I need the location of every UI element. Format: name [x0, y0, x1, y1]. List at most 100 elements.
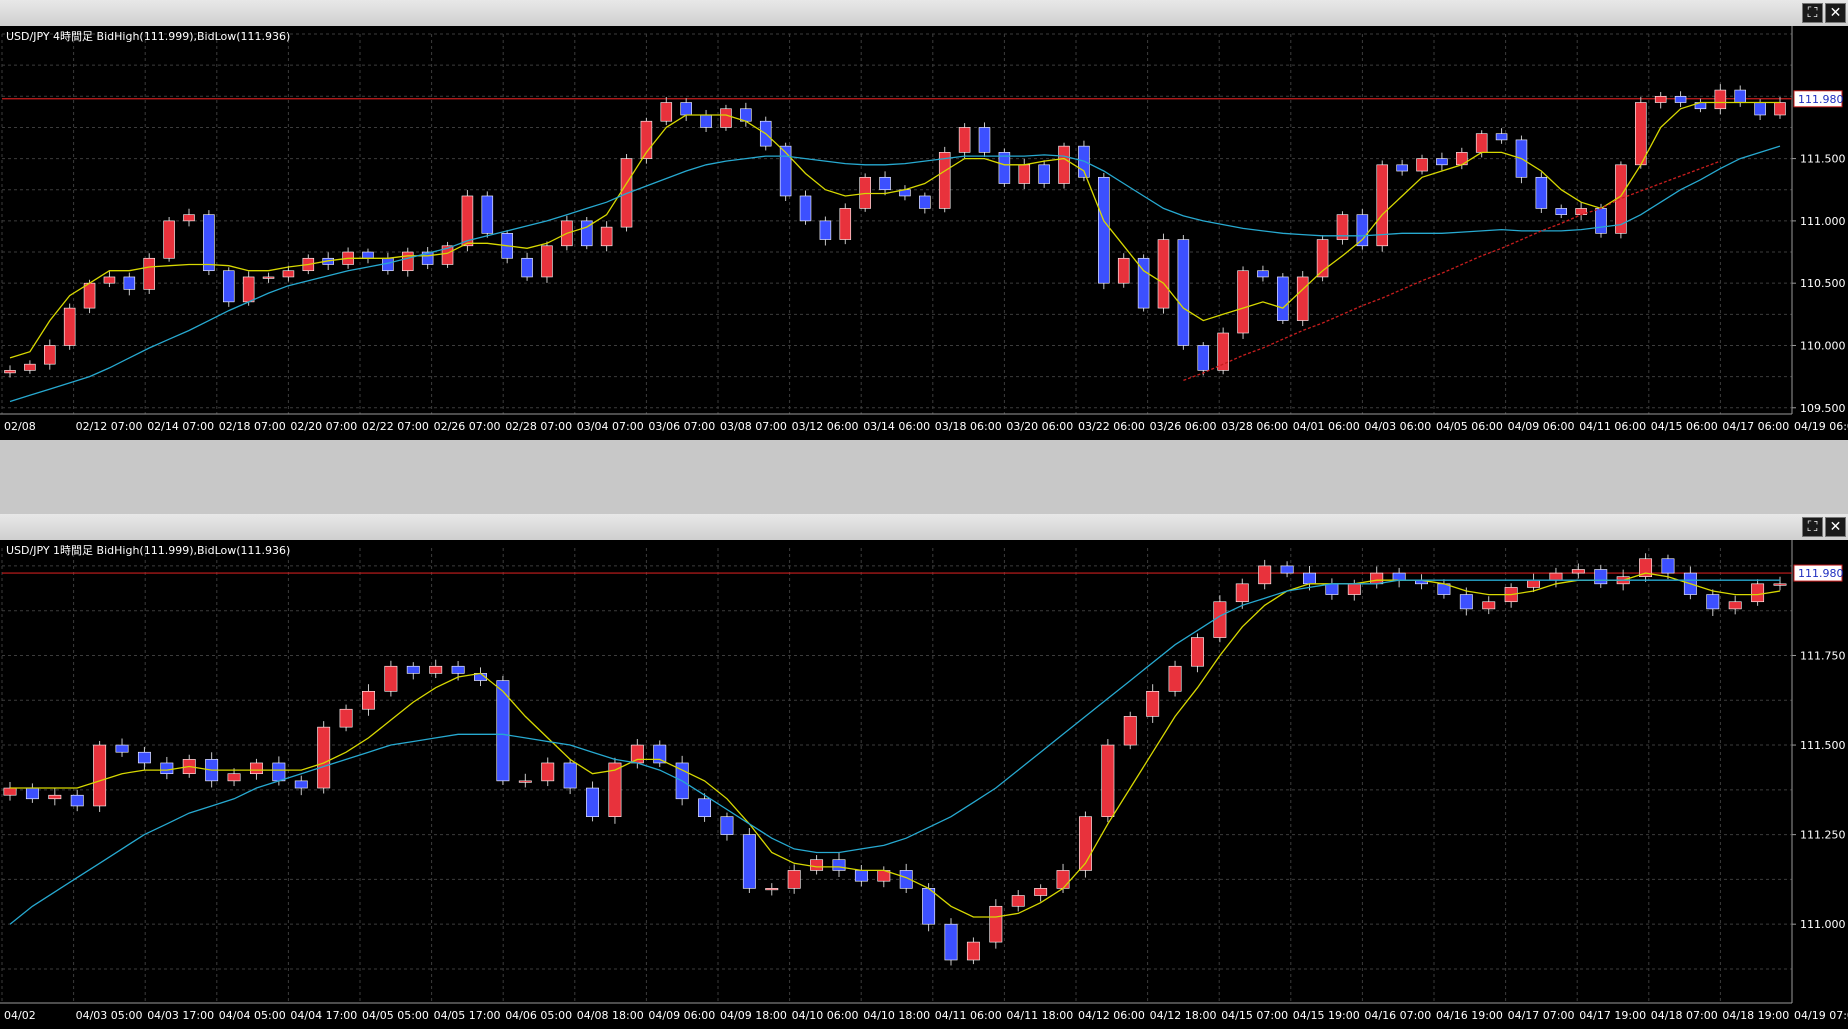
candle-body-down: [115, 744, 129, 753]
candle-body-up: [3, 787, 17, 796]
candle-body-down: [1197, 345, 1210, 371]
x-tick-label: 04/12 18:00: [1150, 1009, 1217, 1022]
candlestick: [317, 721, 331, 794]
candle-body-up: [1549, 572, 1563, 581]
candle-body-down: [1257, 270, 1269, 278]
x-tick-label: 04/16 19:00: [1436, 1009, 1503, 1022]
candle-body-up: [1370, 572, 1384, 585]
candlestick: [1168, 660, 1182, 697]
current-price-label: 111.980: [1798, 93, 1844, 106]
candle-body-down: [203, 214, 215, 272]
candle-body-down: [799, 195, 812, 222]
candle-body-down: [451, 665, 465, 674]
candle-body-down: [1436, 158, 1448, 166]
x-tick-label: 04/10 06:00: [792, 1009, 859, 1022]
candle-body-down: [481, 195, 494, 234]
candle-body-up: [1774, 102, 1786, 116]
y-tick-label: 110.500: [1800, 277, 1846, 290]
x-tick-label: 04/10 18:00: [863, 1009, 930, 1022]
candle-body-down: [1325, 583, 1339, 595]
x-tick-label: 04/17 06:00: [1722, 420, 1789, 433]
candlestick: [839, 203, 852, 245]
chart-4h[interactable]: 109.500 110.000 110.500 111.000 111.500 111.9…: [0, 26, 1848, 440]
maximize-icon[interactable]: ⛶: [1802, 517, 1823, 537]
x-tick-label: 04/19 06:00: [1794, 420, 1848, 433]
candlestick: [978, 122, 991, 157]
candlestick: [742, 828, 756, 893]
candle-body-down: [1098, 176, 1110, 284]
candle-body-down: [222, 270, 235, 303]
candle-body-up: [541, 245, 553, 278]
x-tick-label: 04/04 17:00: [290, 1009, 357, 1022]
candle-body-down: [700, 114, 712, 128]
candle-body-up: [429, 665, 443, 674]
candlestick: [1296, 271, 1309, 327]
candle-body-down: [1661, 558, 1675, 574]
candle-body-up: [1213, 601, 1227, 638]
candle-body-down: [742, 834, 756, 889]
candlestick: [1197, 342, 1210, 376]
x-tick-label: 04/11 06:00: [935, 1009, 1002, 1022]
y-tick-label: 111.000: [1800, 215, 1846, 228]
candle-body-down: [1177, 239, 1190, 346]
candle-body-down: [1535, 176, 1548, 209]
candle-body-down: [1392, 572, 1406, 581]
candle-body-down: [998, 152, 1011, 184]
candle-body-down: [1734, 89, 1746, 103]
x-tick-label: 03/20 06:00: [1006, 420, 1073, 433]
x-tick-label: 04/03 17:00: [147, 1009, 214, 1022]
candle-body-down: [854, 870, 868, 882]
x-tick-label: 04/06 05:00: [505, 1009, 572, 1022]
candle-body-down: [294, 780, 308, 789]
candlestick: [720, 104, 732, 131]
x-tick-label: 04/09 06:00: [648, 1009, 715, 1022]
candle-body-up: [384, 665, 398, 692]
candlestick: [1535, 172, 1548, 213]
candle-body-up: [1296, 276, 1309, 321]
candle-body-up: [1728, 601, 1742, 610]
x-tick-label: 03/26 06:00: [1150, 420, 1217, 433]
maximize-icon[interactable]: ⛶: [1802, 3, 1823, 23]
candlestick: [640, 117, 653, 164]
x-tick-label: 04/01 06:00: [1293, 420, 1360, 433]
candlestick: [1277, 273, 1289, 324]
candlestick: [1123, 711, 1137, 750]
candle-body-up: [541, 762, 555, 782]
candle-body-up: [1575, 208, 1587, 215]
candle-body-up: [787, 870, 801, 889]
candle-body-down: [1396, 164, 1408, 172]
candlestick: [1376, 160, 1389, 252]
x-tick-label: 04/05 05:00: [362, 1009, 429, 1022]
candle-body-up: [143, 257, 155, 290]
x-tick-label: 04/11 18:00: [1006, 1009, 1073, 1022]
chart-1h[interactable]: 111.000 111.250 111.500 111.750 111.980 04/02…: [0, 540, 1848, 1029]
candle-body-up: [660, 102, 673, 122]
candle-body-up: [518, 780, 532, 783]
candle-body-up: [461, 195, 474, 247]
y-tick-label: 111.000: [1800, 918, 1846, 931]
candlestick: [1157, 233, 1170, 314]
chart-panel-4h: ⛶ ✕ 109.500 110.000 110.500 111.000 111.500 1…: [0, 0, 1848, 440]
candle-body-up: [1654, 95, 1667, 103]
x-tick-label: 04/16 07:00: [1364, 1009, 1431, 1022]
y-tick-label: 111.500: [1800, 153, 1846, 166]
candlestick: [998, 148, 1011, 187]
candle-body-down: [1594, 569, 1608, 585]
y-tick-label: 110.000: [1800, 339, 1846, 352]
candle-body-up: [1011, 895, 1025, 907]
candle-body-up: [227, 773, 241, 782]
y-tick-label: 109.500: [1800, 402, 1846, 415]
x-tick-label: 03/28 06:00: [1221, 420, 1288, 433]
candle-body-up: [24, 363, 36, 371]
candlestick: [93, 740, 107, 812]
x-tick-label: 02/20 07:00: [290, 420, 357, 433]
x-tick-label: 04/08 18:00: [577, 1009, 644, 1022]
close-icon[interactable]: ✕: [1825, 3, 1846, 23]
close-icon[interactable]: ✕: [1825, 517, 1846, 537]
candlestick: [1117, 253, 1130, 288]
candle-body-down: [1754, 102, 1766, 116]
candle-body-up: [242, 276, 255, 303]
candle-body-down: [879, 176, 891, 191]
candle-body-down: [698, 798, 712, 818]
candle-body-up: [262, 276, 275, 279]
